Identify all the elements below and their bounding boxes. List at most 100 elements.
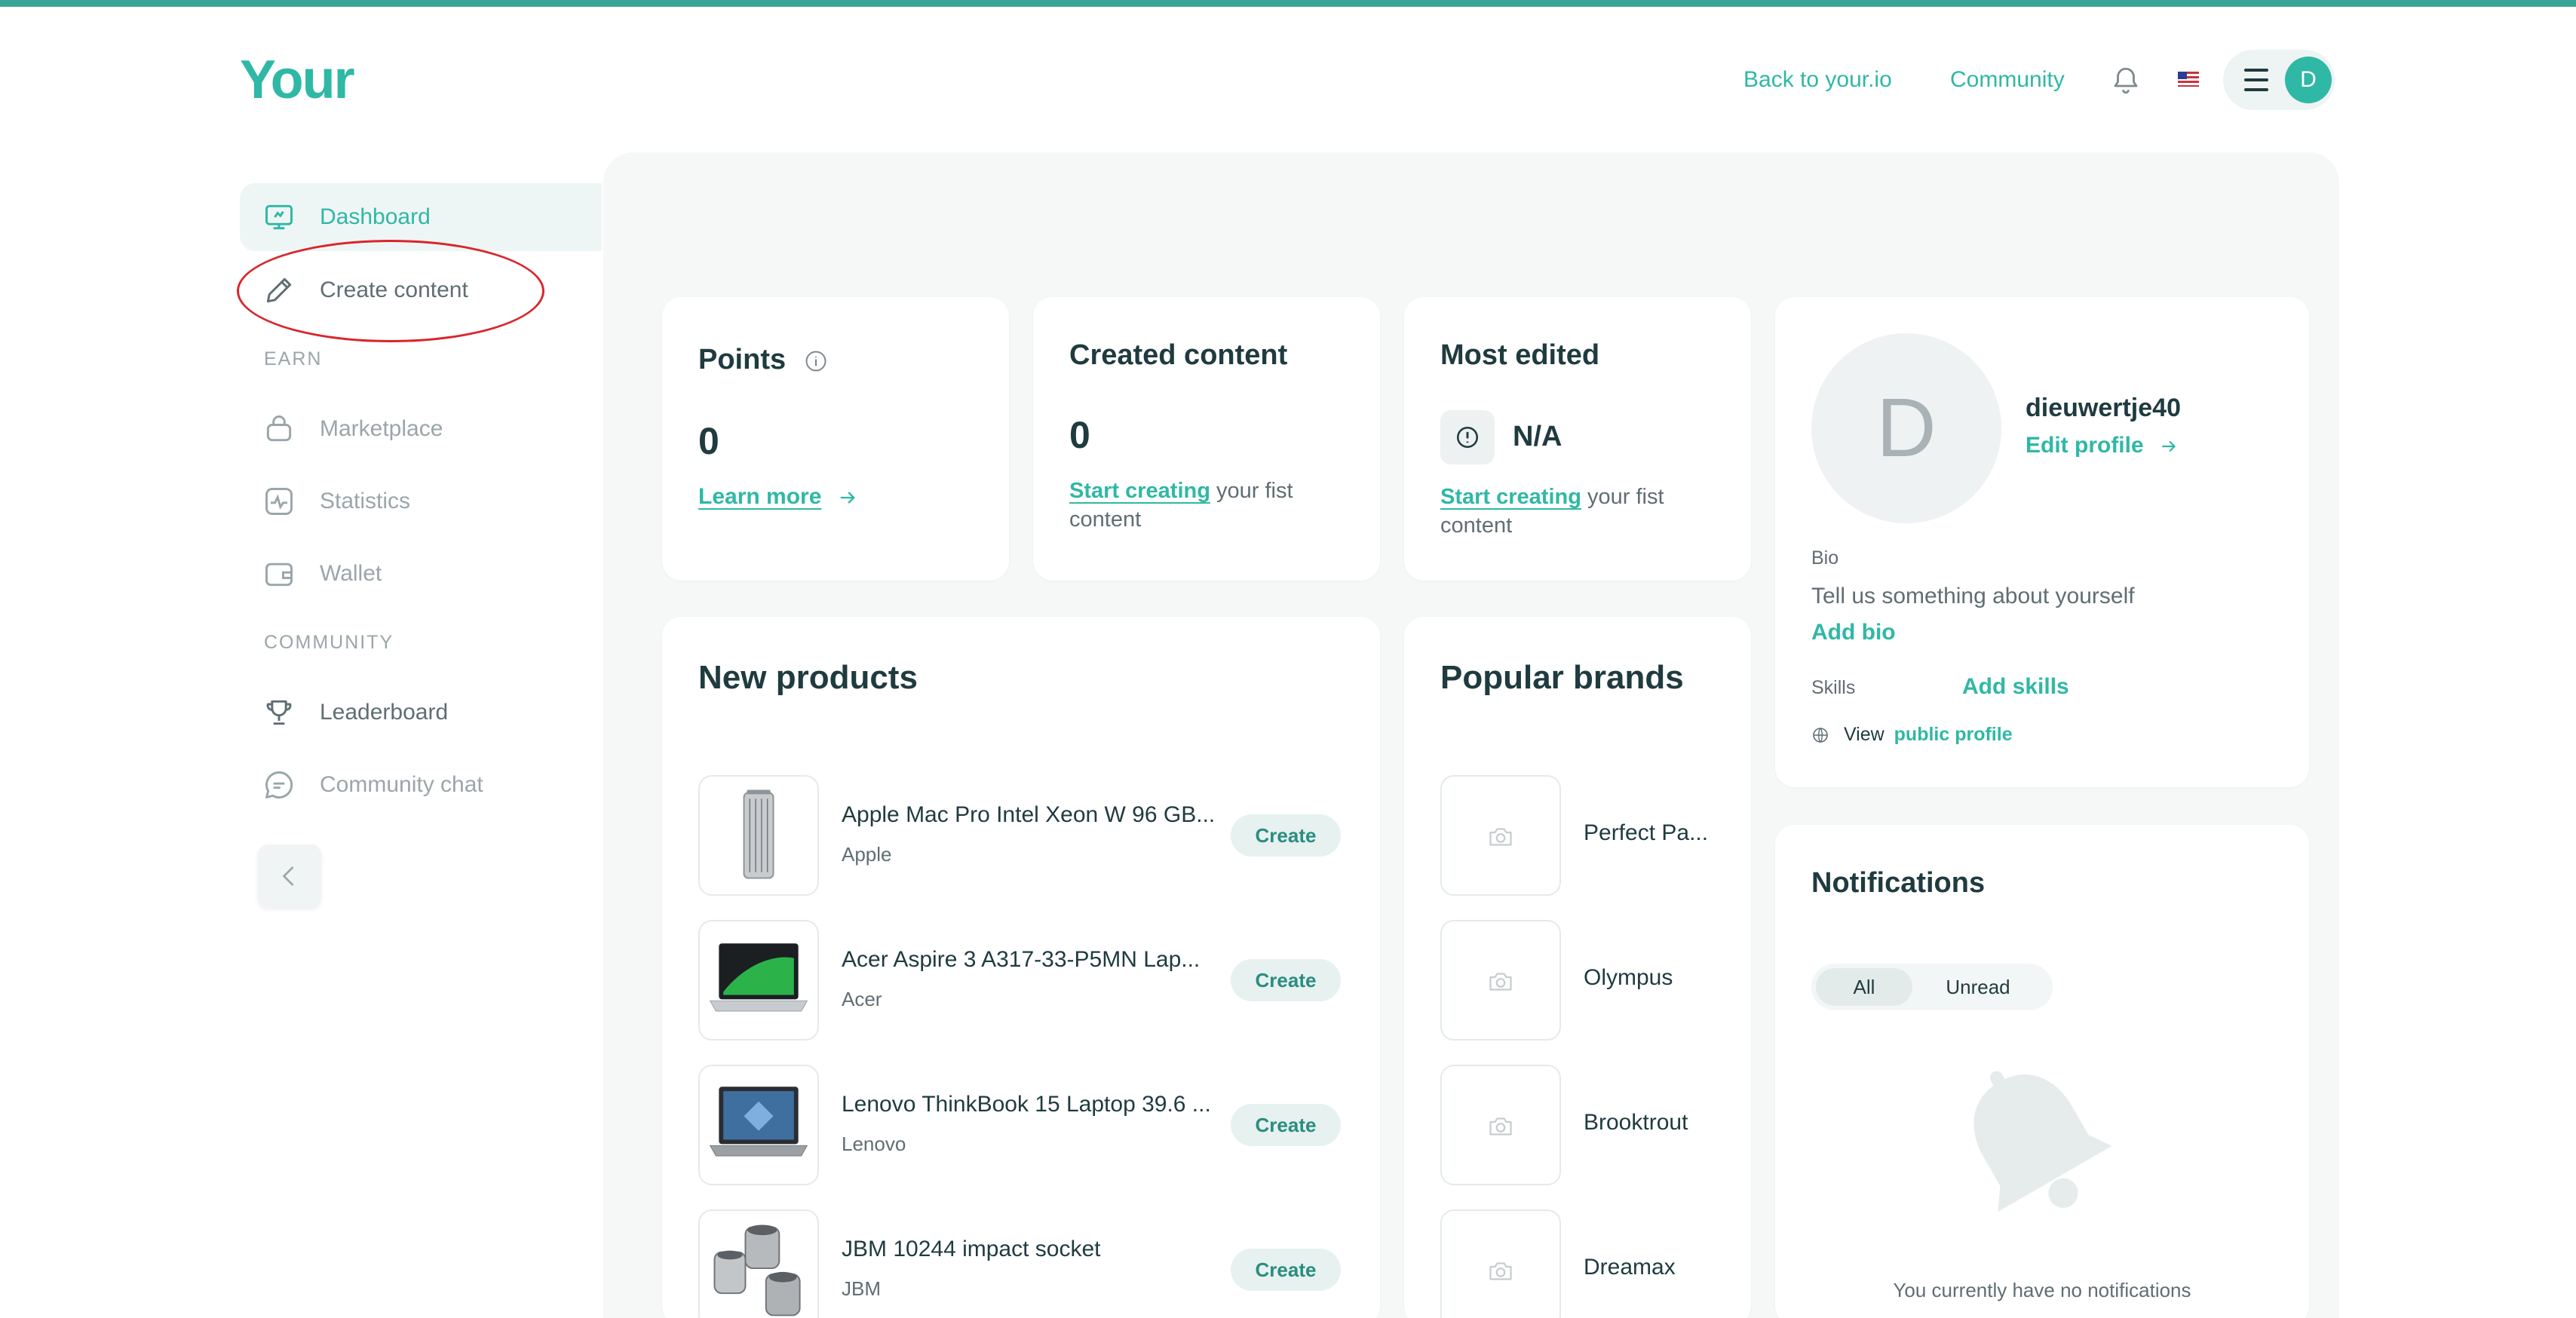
sidebar-item-label: Community chat [320,772,483,797]
create-button[interactable]: Create [1231,959,1341,1001]
bio-text: Tell us something about yourself [1811,584,2135,608]
community-link[interactable]: Community [1950,65,2065,95]
sidebar-item-label: Create content [320,277,468,302]
sidebar-item-label: Marketplace [320,416,443,441]
create-button[interactable]: Create [1231,1249,1341,1291]
notifications-title: Notifications [1811,867,1986,899]
add-bio-link[interactable]: Add bio [1811,620,1896,645]
points-value: 0 [698,420,719,462]
product-thumbnail [698,920,819,1041]
sidebar-item-leaderboard[interactable]: Leaderboard [240,679,602,746]
brand-row[interactable]: Dreamax [1440,1209,1742,1318]
sidebar-item-label: Dashboard [320,204,431,229]
socket-image [713,1225,801,1316]
arrow-right-icon [2162,440,2176,452]
sidebar-section-earn: EARN [264,348,323,369]
edit-profile-link[interactable]: Edit profile [2026,433,2179,458]
sidebar-item-community-chat[interactable]: Community chat [240,751,602,819]
avatar: D [2285,57,2332,103]
product-brand: Apple [842,843,892,866]
start-creating-link[interactable]: Start creating [1069,479,1210,503]
popular-brands-card: Popular brands Perfect Pa... Olympus Bro… [1404,617,1751,1318]
brand-name: Brooktrout [1584,1110,1688,1135]
dashboard-icon [265,204,293,230]
pulse-icon [265,488,293,515]
profile-card: D dieuwertje40 Edit profile Bio Tell us … [1775,297,2309,787]
most-edited-title: Most edited [1440,339,1600,371]
notification-tabs: All Unread [1811,964,2053,1010]
tab-unread[interactable]: Unread [1921,968,2035,1006]
back-to-site-link[interactable]: Back to your.io [1743,65,1892,95]
bell-icon[interactable] [2110,65,2142,97]
camera-icon [1489,1262,1512,1280]
basket-icon [266,415,292,442]
brand-row[interactable]: Olympus [1440,920,1742,1041]
public-profile-link[interactable]: public profile [1894,724,2013,745]
sidebar-item-label: Leaderboard [320,700,449,725]
brand-name: Olympus [1584,965,1673,990]
sidebar-item-statistics[interactable]: Statistics [240,467,602,535]
create-button[interactable]: Create [1231,814,1341,857]
us-flag-icon[interactable] [2178,72,2199,87]
brand-name: Dreamax [1584,1255,1676,1280]
skills-label: Skills [1811,677,1856,698]
empty-bell-icon [1973,1071,2112,1212]
laptop-image [709,943,808,1012]
brand-row[interactable]: Perfect Pa... [1440,775,1742,896]
most-edited-value: N/A [1513,421,1562,452]
sidebar-item-label: Wallet [320,561,382,586]
product-thumbnail [698,1065,819,1185]
created-content-desc: Start creating your fist content [1069,479,1293,532]
notifications-card: Notifications All Unread You currently h… [1775,825,2309,1318]
product-row[interactable]: Lenovo ThinkBook 15 Laptop 39.6 ... Leno… [698,1065,1345,1185]
empty-notifications-text: You currently have no notifications [1893,1279,2191,1301]
logo[interactable]: Your [240,53,355,107]
view-public-profile: View public profile [1811,724,2013,746]
product-row[interactable]: Apple Mac Pro Intel Xeon W 96 GB... Appl… [698,775,1345,896]
profile-avatar: D [1811,333,2001,523]
sidebar-section-community: COMMUNITY [264,632,394,653]
chat-icon [265,771,293,798]
arrow-right-icon [840,492,855,504]
product-thumbnail [698,775,819,896]
alert-icon [1456,426,1479,449]
product-brand: Lenovo [842,1133,906,1155]
most-edited-desc: Start creating your fist content [1440,485,1664,538]
camera-icon [1489,828,1512,846]
brand-thumbnail [1440,920,1561,1041]
chevron-left-icon [282,866,294,886]
created-content-card: Created content 0 Start creating your fi… [1033,297,1380,581]
brand-thumbnail [1440,775,1561,896]
most-edited-thumb [1440,410,1495,464]
product-name: Lenovo ThinkBook 15 Laptop 39.6 ... [842,1092,1211,1117]
tab-all[interactable]: All [1816,968,1912,1006]
sidebar-item-marketplace[interactable]: Marketplace [240,395,602,463]
new-products-card: New products Apple Mac Pro Intel Xeon W … [662,617,1380,1318]
brand-name: Perfect Pa... [1584,820,1709,845]
wallet-icon [265,562,293,587]
learn-more-link[interactable]: Learn more [698,484,858,510]
product-name: Acer Aspire 3 A317-33-P5MN Lap... [842,947,1201,972]
user-menu-button[interactable]: D [2223,50,2335,110]
info-icon[interactable] [805,350,827,372]
sidebar-item-create-content[interactable]: Create content [240,256,602,324]
top-accent-bar [0,0,2576,7]
created-content-title: Created content [1069,339,1288,371]
brand-thumbnail [1440,1209,1561,1318]
start-creating-link[interactable]: Start creating [1440,485,1581,509]
mac-pro-image [743,789,774,879]
collapse-sidebar-button[interactable] [258,844,321,908]
sidebar-item-wallet[interactable]: Wallet [240,540,602,608]
product-thumbnail [698,1209,819,1318]
most-edited-card: Most edited N/A Start creating your fist… [1404,297,1751,581]
username: dieuwertje40 [2026,394,2181,422]
popular-brands-title: Popular brands [1440,659,1684,696]
brand-row[interactable]: Brooktrout [1440,1065,1742,1185]
create-button[interactable]: Create [1231,1104,1341,1146]
add-skills-link[interactable]: Add skills [1962,674,2069,700]
product-row[interactable]: JBM 10244 impact socket JBM Create [698,1209,1345,1318]
product-row[interactable]: Acer Aspire 3 A317-33-P5MN Lap... Acer C… [698,920,1345,1041]
sidebar-item-dashboard[interactable]: Dashboard [240,183,602,251]
pencil-icon [266,277,292,303]
sidebar-item-label: Statistics [320,489,411,513]
